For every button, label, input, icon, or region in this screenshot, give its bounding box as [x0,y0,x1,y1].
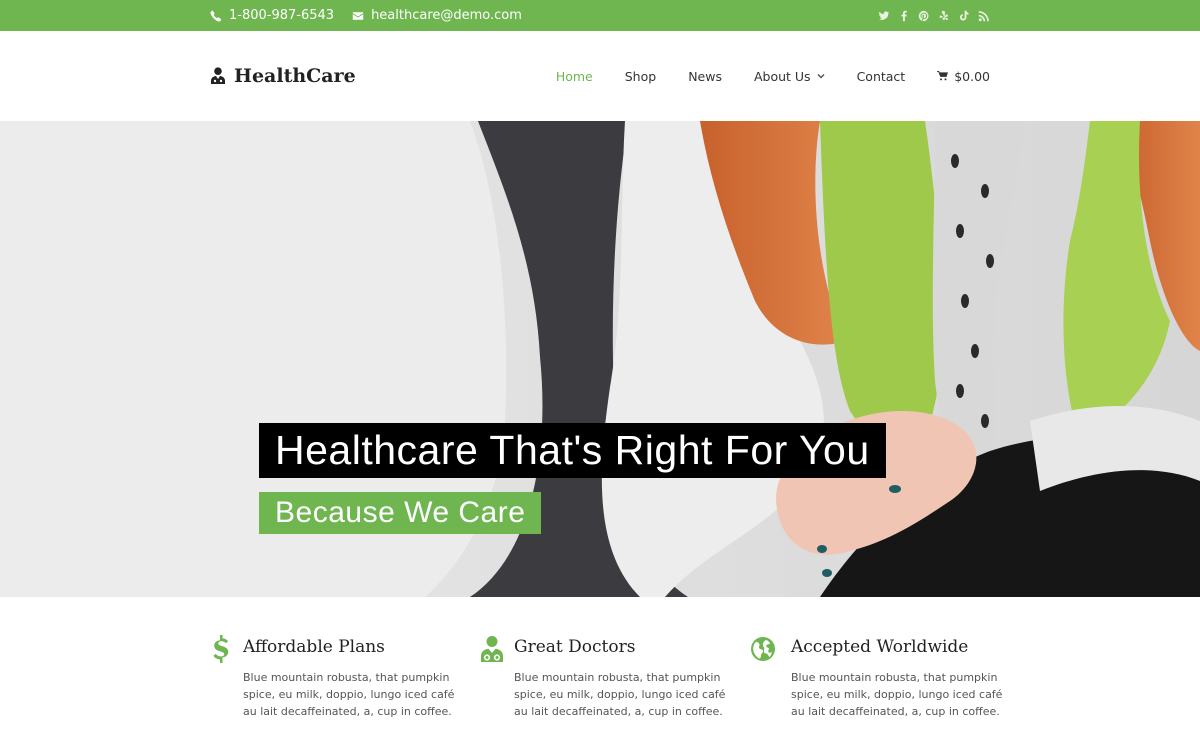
hero-title: Healthcare That's Right For You [259,423,886,478]
nav-item-shop[interactable]: Shop [625,69,656,84]
top-bar: 1-800-987-6543 healthcare@demo.com [0,0,1200,31]
twitter-icon[interactable] [878,10,890,22]
dollar-icon [210,635,232,663]
nav-item-about-us-label: About Us [753,68,811,84]
feature-text: Blue mountain robusta, that pumpkin spic… [243,671,455,718]
facebook-icon[interactable] [898,10,910,22]
doctor-icon [481,635,503,663]
features-section: Affordable Plans Blue mountain robusta, … [0,597,1200,750]
nav-item-about-us[interactable]: About Us [754,69,825,84]
feature-text: Blue mountain robusta, that pumpkin spic… [791,671,1003,718]
site-logo[interactable]: HealthCare [210,31,356,121]
cart-link[interactable]: $0.00 [937,69,990,84]
nav-item-contact[interactable]: Contact [857,69,906,84]
hero-banner: Healthcare That's Right For You Because … [0,121,1200,597]
phone-number: 1-800-987-6543 [229,8,335,23]
hero-subtitle: Because We Care [259,492,542,534]
main-nav: Home Shop News About Us Contact $0.00 [556,31,990,121]
globe-icon [751,635,775,663]
contact-info: 1-800-987-6543 healthcare@demo.com [210,0,522,31]
phone-icon [210,10,222,22]
nav-item-news[interactable]: News [688,69,722,84]
social-links [878,0,990,31]
nav-item-home[interactable]: Home [556,69,593,84]
chevron-down-icon [817,73,825,79]
feature-title: Accepted Worldwide [791,637,969,657]
hero-photo [0,121,1200,597]
yelp-icon[interactable] [938,10,950,22]
cart-icon [937,71,949,81]
logo-text: HealthCare [234,65,356,87]
feature-title: Great Doctors [514,637,636,657]
email-link[interactable]: healthcare@demo.com [352,8,522,23]
feature-title: Affordable Plans [243,637,385,657]
site-header: HealthCare Home Shop News About Us Conta… [0,31,1200,121]
doctor-logo-icon [211,67,225,84]
rss-icon[interactable] [978,10,990,22]
tiktok-icon[interactable] [958,10,970,22]
pinterest-icon[interactable] [918,10,930,22]
envelope-icon [352,11,364,20]
feature-text: Blue mountain robusta, that pumpkin spic… [514,671,726,718]
cart-total: $0.00 [954,68,990,84]
phone-link[interactable]: 1-800-987-6543 [210,8,334,23]
email-address: healthcare@demo.com [371,8,522,23]
